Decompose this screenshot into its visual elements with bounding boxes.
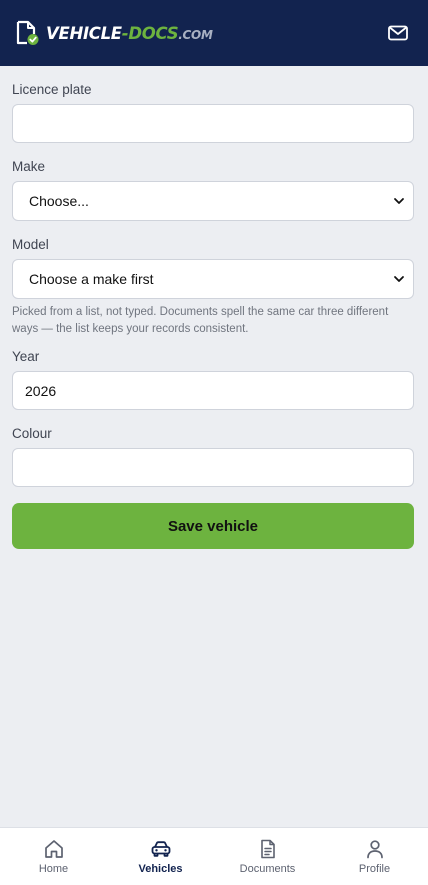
brand-name: VEHICLE-DOCS.COM: [46, 24, 213, 43]
colour-label: Colour: [12, 426, 52, 441]
chevron-down-icon: [394, 276, 404, 282]
tab-home[interactable]: Home: [0, 828, 107, 885]
app-header: VEHICLE-DOCS.COM: [0, 0, 428, 66]
tab-vehicles[interactable]: Vehicles: [107, 828, 214, 885]
tab-documents[interactable]: Documents: [214, 828, 321, 885]
model-help-text: Picked from a list, not typed. Documents…: [12, 306, 389, 335]
home-icon: [44, 840, 63, 858]
tab-profile-label: Profile: [358, 863, 391, 875]
make-select[interactable]: Choose...: [12, 181, 414, 221]
add-vehicle-form: Licence plate Make Choose... Model Choos…: [12, 82, 414, 549]
make-label: Make: [12, 159, 46, 174]
car-icon: [151, 841, 170, 857]
licence-plate-input[interactable]: [12, 104, 414, 143]
licence-plate-label: Licence plate: [12, 82, 92, 97]
brand-name-part2: -DOCS: [121, 23, 179, 43]
model-label: Model: [12, 237, 49, 252]
year-input[interactable]: [12, 371, 414, 410]
tab-documents-label: Documents: [239, 863, 296, 875]
model-select-value: Choose a make first: [29, 271, 154, 287]
tab-vehicles-label: Vehicles: [138, 863, 183, 875]
brand-name-part1: VEHICLE: [46, 23, 122, 43]
tab-home-label: Home: [38, 863, 69, 875]
mail-button[interactable]: [386, 21, 410, 45]
year-field-group: Year: [12, 349, 414, 410]
make-field-group: Make Choose...: [12, 159, 414, 221]
colour-input[interactable]: [12, 448, 414, 487]
document-icon: [260, 839, 275, 859]
mail-icon: [388, 25, 408, 41]
make-select-value: Choose...: [29, 193, 89, 209]
bottom-tab-bar: Home Vehicles Documents Profile: [0, 827, 428, 885]
year-label: Year: [12, 349, 40, 364]
user-icon: [366, 840, 383, 859]
save-vehicle-button[interactable]: Save vehicle: [12, 503, 414, 549]
model-select[interactable]: Choose a make first: [12, 259, 414, 299]
brand-logo[interactable]: VEHICLE-DOCS.COM: [14, 20, 213, 46]
brand-name-part3: .COM: [178, 27, 213, 42]
document-check-icon: [16, 20, 39, 45]
colour-field-group: Colour: [12, 426, 414, 487]
model-field-group: Model Choose a make first Picked from a …: [12, 237, 414, 338]
licence-plate-field-group: Licence plate: [12, 82, 414, 143]
tab-profile[interactable]: Profile: [321, 828, 428, 885]
chevron-down-icon: [394, 198, 404, 204]
